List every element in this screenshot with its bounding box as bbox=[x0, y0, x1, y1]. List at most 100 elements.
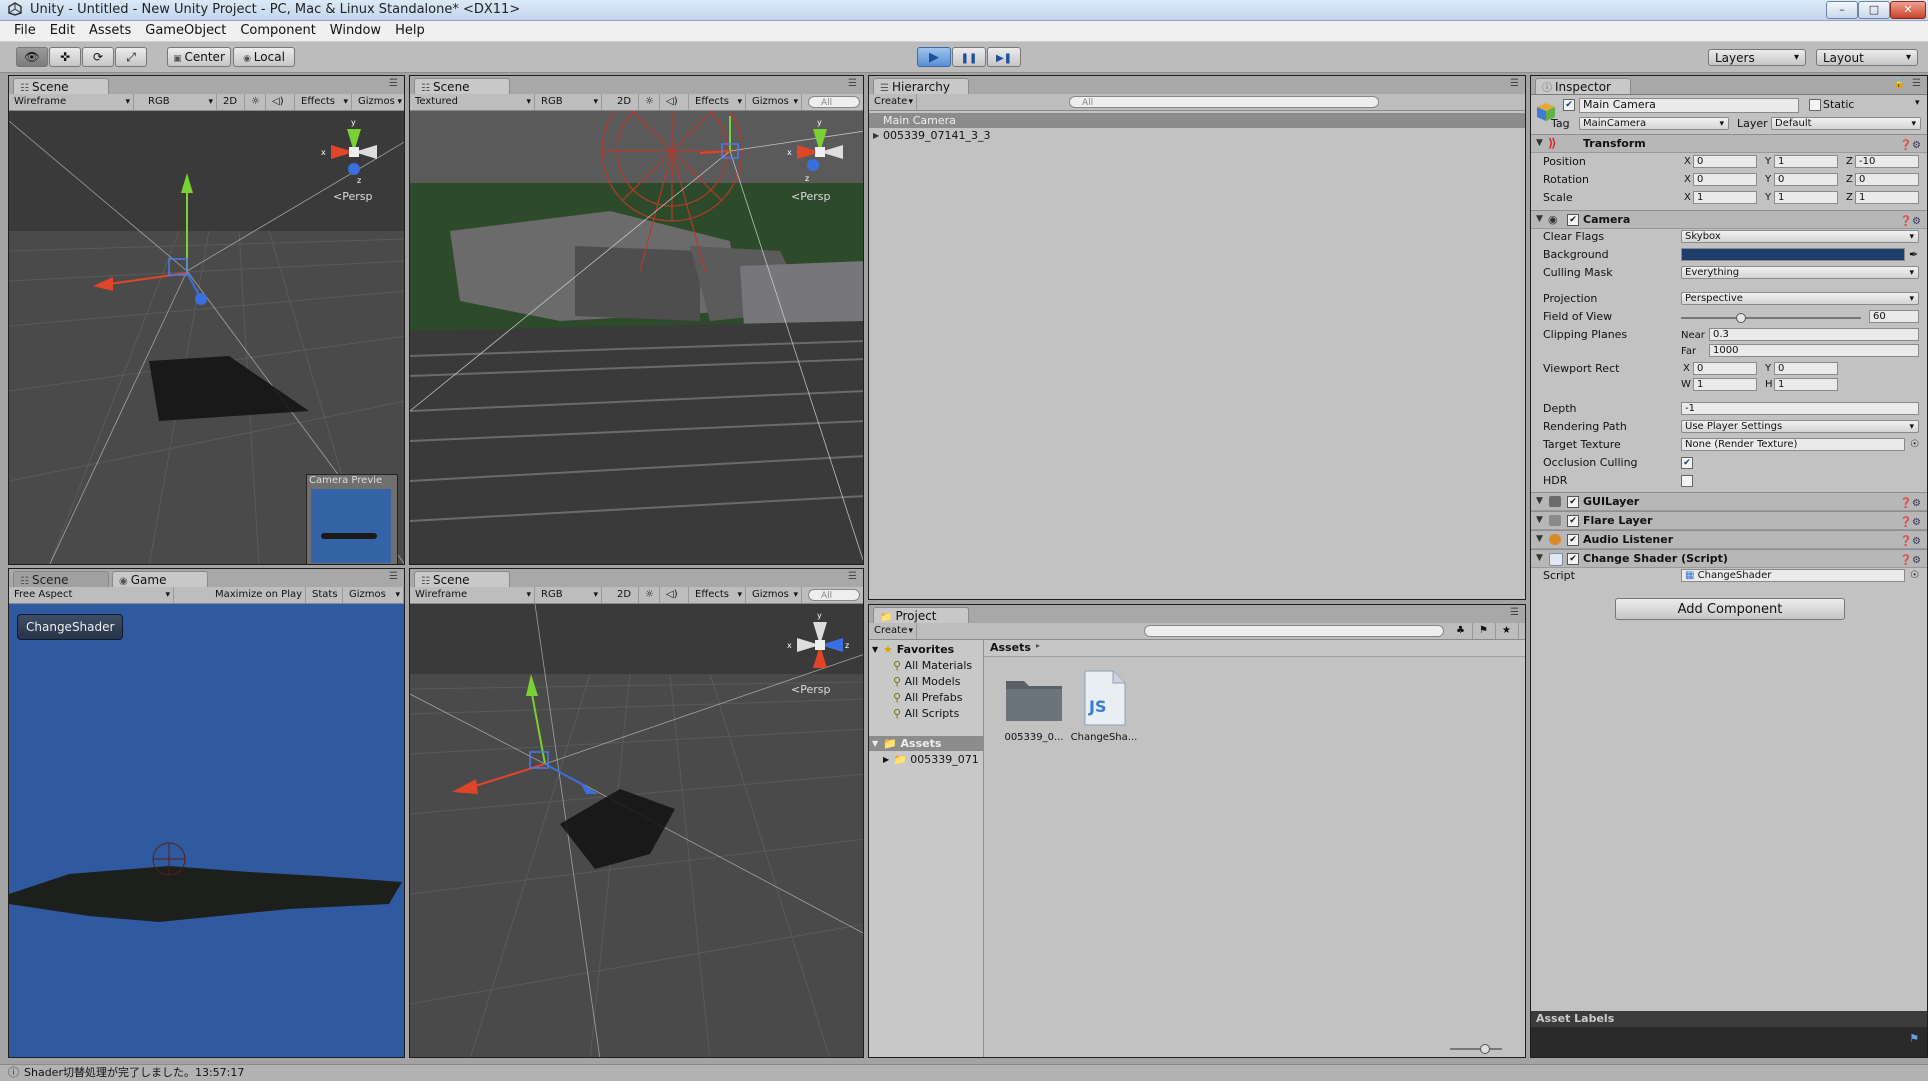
viewport-h-input[interactable]: 1 bbox=[1774, 378, 1838, 391]
asset-folder[interactable] bbox=[1004, 673, 1064, 733]
far-input[interactable]: 1000 bbox=[1709, 344, 1919, 357]
projection-dropdown[interactable]: Perspective bbox=[1681, 292, 1919, 305]
channel-dropdown[interactable]: RGB bbox=[536, 587, 602, 603]
viewport-y-input[interactable]: 0 bbox=[1774, 362, 1838, 375]
transform-header[interactable]: ▼ ⟫ Transform ❓⚙ bbox=[1531, 134, 1927, 153]
render-mode-dropdown[interactable]: Wireframe bbox=[9, 94, 134, 110]
effects-dropdown[interactable]: Effects bbox=[690, 94, 746, 110]
hdr-checkbox[interactable] bbox=[1681, 475, 1693, 487]
gizmos-dropdown[interactable]: Gizmos bbox=[747, 587, 802, 603]
orientation-gizmo[interactable]: y x z bbox=[319, 117, 389, 187]
hand-tool-button[interactable]: 👁 bbox=[16, 47, 48, 67]
gameobject-active-checkbox[interactable]: ✔ bbox=[1563, 99, 1575, 111]
favorite-star-icon[interactable]: ★ bbox=[1497, 623, 1519, 639]
breadcrumb-assets[interactable]: Assets bbox=[990, 641, 1031, 654]
stats-toggle[interactable]: Stats bbox=[307, 587, 343, 603]
panel-menu-icon[interactable]: ☰ bbox=[1912, 78, 1921, 89]
static-dropdown-icon[interactable]: ▾ bbox=[1915, 98, 1920, 108]
hierarchy-search-input[interactable]: All bbox=[1069, 96, 1379, 108]
menu-gameobject[interactable]: GameObject bbox=[138, 21, 233, 40]
game-viewport[interactable]: ChangeShader bbox=[9, 604, 404, 1057]
menu-edit[interactable]: Edit bbox=[43, 21, 82, 40]
rotation-z-input[interactable]: 0 bbox=[1855, 173, 1919, 186]
pivot-local-toggle[interactable]: ◉ Local bbox=[233, 47, 295, 67]
effects-dropdown[interactable]: Effects bbox=[690, 587, 746, 603]
menu-help[interactable]: Help bbox=[388, 21, 432, 40]
favorite-all-models[interactable]: ⚲ All Models bbox=[869, 674, 983, 689]
render-mode-dropdown[interactable]: Textured bbox=[410, 94, 535, 110]
render-mode-dropdown[interactable]: Wireframe bbox=[410, 587, 535, 603]
panel-menu-icon[interactable]: ☰ bbox=[1510, 607, 1519, 618]
filter-type-icon[interactable]: ♣ bbox=[1451, 623, 1473, 639]
collapse-arrow-icon[interactable]: ▼ bbox=[1536, 512, 1543, 529]
panel-menu-icon[interactable]: ☰ bbox=[848, 78, 857, 89]
tab-inspector[interactable]: ⓘ Inspector bbox=[1535, 78, 1631, 94]
lighting-toggle[interactable]: ☼ bbox=[246, 94, 266, 110]
tab-game[interactable]: ◉ Game bbox=[112, 571, 208, 587]
play-button[interactable]: ▶ bbox=[917, 47, 951, 67]
layer-dropdown[interactable]: Default bbox=[1771, 117, 1921, 130]
minimize-button[interactable]: – bbox=[1826, 1, 1858, 19]
menu-assets[interactable]: Assets bbox=[82, 21, 138, 40]
audio-listener-enabled-checkbox[interactable]: ✔ bbox=[1567, 534, 1579, 546]
component-help-icon[interactable]: ❓⚙ bbox=[1900, 495, 1921, 512]
scene-br-viewport[interactable]: y x z <Persp bbox=[410, 604, 863, 1057]
audio-toggle[interactable]: ◁) bbox=[661, 94, 689, 110]
component-help-icon[interactable]: ❓⚙ bbox=[1900, 213, 1921, 230]
guilayer-header[interactable]: ▼ ✔ GUILayer ❓⚙ bbox=[1531, 492, 1927, 511]
hierarchy-create-dropdown[interactable]: Create bbox=[869, 94, 917, 110]
collapse-arrow-icon[interactable]: ▼ bbox=[1536, 493, 1543, 510]
tab-hierarchy[interactable]: ☰ Hierarchy bbox=[873, 78, 969, 94]
rendering-path-dropdown[interactable]: Use Player Settings bbox=[1681, 420, 1919, 433]
depth-input[interactable]: -1 bbox=[1681, 402, 1919, 415]
scale-x-input[interactable]: 1 bbox=[1693, 191, 1757, 204]
near-input[interactable]: 0.3 bbox=[1709, 328, 1919, 341]
object-picker-icon[interactable]: ☉ bbox=[1910, 437, 1919, 453]
hierarchy-item-terrain[interactable]: ▶ 005339_07141_3_3 bbox=[869, 128, 1525, 143]
channel-dropdown[interactable]: RGB bbox=[536, 94, 602, 110]
rotation-x-input[interactable]: 0 bbox=[1693, 173, 1757, 186]
orientation-gizmo[interactable]: y x z bbox=[785, 610, 855, 680]
panel-menu-icon[interactable]: ☰ bbox=[1510, 78, 1519, 89]
camera-header[interactable]: ▼ ◉ ✔ Camera ❓⚙ bbox=[1531, 210, 1927, 229]
rotate-tool-button[interactable]: ⟳ bbox=[82, 47, 114, 67]
change-shader-script-header[interactable]: ▼ ✔ Change Shader (Script) ❓⚙ bbox=[1531, 549, 1927, 568]
icon-size-slider[interactable] bbox=[1450, 1044, 1502, 1054]
guilayer-enabled-checkbox[interactable]: ✔ bbox=[1567, 496, 1579, 508]
tab-scene[interactable]: ☷ Scene bbox=[13, 571, 109, 587]
fov-slider[interactable] bbox=[1681, 313, 1861, 323]
scene-tr-viewport[interactable]: y x z <Persp bbox=[410, 111, 863, 564]
static-checkbox[interactable] bbox=[1809, 99, 1821, 111]
aspect-dropdown[interactable]: Free Aspect bbox=[9, 587, 174, 603]
favorite-all-materials[interactable]: ⚲ All Materials bbox=[869, 658, 983, 673]
scale-z-input[interactable]: 1 bbox=[1855, 191, 1919, 204]
scene-search-input[interactable]: All bbox=[808, 96, 860, 108]
component-help-icon[interactable]: ❓⚙ bbox=[1900, 533, 1921, 550]
component-help-icon[interactable]: ❓⚙ bbox=[1900, 514, 1921, 531]
favorite-all-scripts[interactable]: ⚲ All Scripts bbox=[869, 706, 983, 721]
filter-label-icon[interactable]: ⚑ bbox=[1474, 623, 1496, 639]
layout-dropdown[interactable]: Layout bbox=[1816, 49, 1918, 66]
gameobject-name-input[interactable]: Main Camera bbox=[1579, 98, 1799, 113]
layers-dropdown[interactable]: Layers bbox=[1708, 49, 1806, 66]
collapse-arrow-icon[interactable]: ▼ bbox=[1536, 135, 1543, 152]
effects-dropdown[interactable]: Effects bbox=[296, 94, 352, 110]
collapse-arrow-icon[interactable]: ▼ bbox=[872, 736, 878, 751]
audio-toggle[interactable]: ◁) bbox=[267, 94, 295, 110]
fov-input[interactable]: 60 bbox=[1869, 310, 1919, 323]
pause-button[interactable]: ❚❚ bbox=[952, 47, 986, 67]
position-x-input[interactable]: 0 bbox=[1693, 155, 1757, 168]
script-field[interactable]: ▦ ChangeShader bbox=[1681, 569, 1905, 582]
object-picker-icon[interactable]: ☉ bbox=[1910, 568, 1919, 584]
panel-menu-icon[interactable]: ☰ bbox=[848, 571, 857, 582]
background-color-swatch[interactable] bbox=[1681, 248, 1905, 261]
position-z-input[interactable]: -10 bbox=[1855, 155, 1919, 168]
culling-mask-dropdown[interactable]: Everything bbox=[1681, 266, 1919, 279]
panel-menu-icon[interactable]: ☰ bbox=[389, 78, 398, 89]
occlusion-culling-checkbox[interactable]: ✔ bbox=[1681, 457, 1693, 469]
tab-scene[interactable]: ☷ Scene bbox=[414, 571, 510, 587]
gizmos-dropdown[interactable]: Gizmos bbox=[747, 94, 802, 110]
tag-dropdown[interactable]: MainCamera bbox=[1579, 117, 1729, 130]
collapse-arrow-icon[interactable]: ▼ bbox=[1536, 550, 1543, 567]
collapse-arrow-icon[interactable]: ▼ bbox=[872, 642, 878, 657]
